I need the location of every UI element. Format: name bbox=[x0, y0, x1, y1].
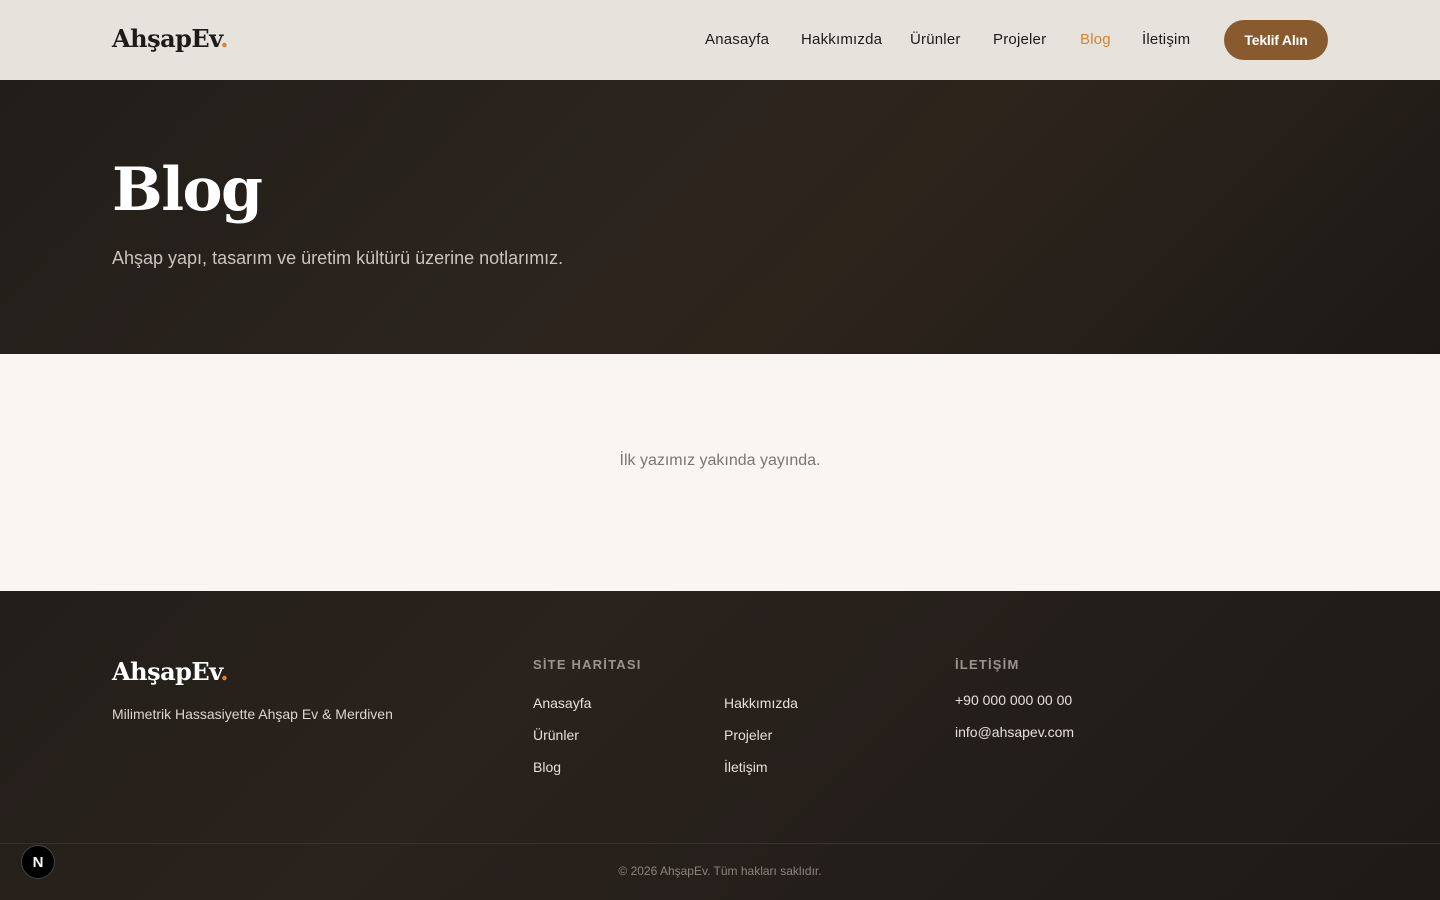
footer-logo-text: AhşapEv bbox=[112, 657, 221, 686]
nav-hakkimizda[interactable]: Hakkımızda bbox=[801, 31, 882, 48]
footer-logo[interactable]: AhşapEv. bbox=[112, 657, 229, 686]
site-footer: AhşapEv. Milimetrik Hassasiyette Ahşap E… bbox=[0, 591, 1440, 900]
blog-content: İlk yazımız yakında yayında. bbox=[0, 354, 1440, 591]
footer-logo-dot: . bbox=[220, 657, 229, 686]
dev-tools-badge[interactable]: N bbox=[21, 845, 55, 879]
site-header: AhşapEv. Anasayfa Hakkımızda Ürünler Pro… bbox=[0, 0, 1440, 80]
teklif-alin-button[interactable]: Teklif Alın bbox=[1224, 20, 1328, 60]
contact-heading: İLETİŞİM bbox=[955, 657, 1020, 672]
hero-section: Blog Ahşap yapı, tasarım ve üretim kültü… bbox=[0, 80, 1440, 354]
footer-link-projeler[interactable]: Projeler bbox=[724, 727, 772, 743]
empty-state-message: İlk yazımız yakında yayında. bbox=[619, 452, 821, 469]
contact-email[interactable]: info@ahsapev.com bbox=[955, 724, 1074, 740]
footer-link-urunler[interactable]: Ürünler bbox=[533, 727, 579, 743]
page-title: Blog bbox=[112, 155, 263, 225]
sitemap-heading: SİTE HARİTASI bbox=[533, 657, 642, 672]
contact-phone[interactable]: +90 000 000 00 00 bbox=[955, 692, 1072, 708]
nav-urunler[interactable]: Ürünler bbox=[910, 31, 961, 48]
footer-link-blog[interactable]: Blog bbox=[533, 759, 561, 775]
footer-link-hakkimizda[interactable]: Hakkımızda bbox=[724, 695, 798, 711]
n-logo-icon: N bbox=[32, 853, 44, 871]
page-subtitle: Ahşap yapı, tasarım ve üretim kültürü üz… bbox=[112, 248, 564, 268]
footer-divider bbox=[0, 843, 1440, 844]
footer-tagline: Milimetrik Hassasiyette Ahşap Ev & Merdi… bbox=[112, 706, 393, 722]
nav-anasayfa[interactable]: Anasayfa bbox=[705, 31, 769, 48]
nav-projeler[interactable]: Projeler bbox=[993, 31, 1046, 48]
copyright-text: © 2026 AhşapEv. Tüm hakları saklıdır. bbox=[618, 864, 822, 878]
footer-link-anasayfa[interactable]: Anasayfa bbox=[533, 695, 591, 711]
nav-iletisim[interactable]: İletişim bbox=[1142, 31, 1190, 48]
footer-link-iletisim[interactable]: İletişim bbox=[724, 759, 768, 775]
nav-blog[interactable]: Blog bbox=[1080, 31, 1111, 48]
